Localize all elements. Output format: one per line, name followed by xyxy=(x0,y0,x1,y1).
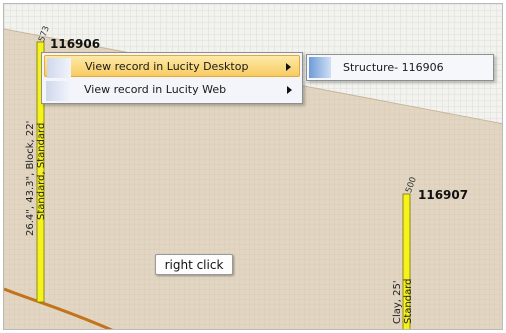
menu-item-label: View record in Lucity Desktop xyxy=(85,60,249,73)
pipe-label-line1-116906: 26.4", 43.3", Block, 22' xyxy=(25,120,36,236)
profile-view[interactable]: 116906 573 116907 500 26.4", 43.3", Bloc… xyxy=(3,3,503,330)
menu-item-view-web[interactable]: View record in Lucity Web xyxy=(44,79,300,101)
submenu-item-structure[interactable]: Structure- 116906 xyxy=(343,55,444,80)
menu-icon-strip xyxy=(47,58,71,78)
menu-icon-strip xyxy=(46,81,70,101)
screenshot-frame: 116906 573 116907 500 26.4", 43.3", Bloc… xyxy=(0,0,506,333)
structure-label-116907: 116907 xyxy=(418,188,469,202)
menu-item-label: View record in Lucity Web xyxy=(84,83,227,96)
pipe-label-line1-116907: Clay, 25' xyxy=(392,280,403,324)
pipe-label-line2-116906: Standard, Standard xyxy=(36,122,47,220)
submenu-icon-strip xyxy=(309,57,331,78)
submenu: Structure- 116906 xyxy=(306,54,494,81)
structure-label-116906: 116906 xyxy=(50,37,101,51)
context-menu: View record in Lucity Desktop View recor… xyxy=(41,52,303,104)
pipe-label-line2-116907: Standard xyxy=(403,278,414,325)
submenu-arrow-icon xyxy=(287,86,292,94)
right-click-callout: right click xyxy=(155,254,233,275)
menu-item-view-desktop[interactable]: View record in Lucity Desktop xyxy=(44,55,300,78)
submenu-arrow-icon xyxy=(286,63,291,71)
